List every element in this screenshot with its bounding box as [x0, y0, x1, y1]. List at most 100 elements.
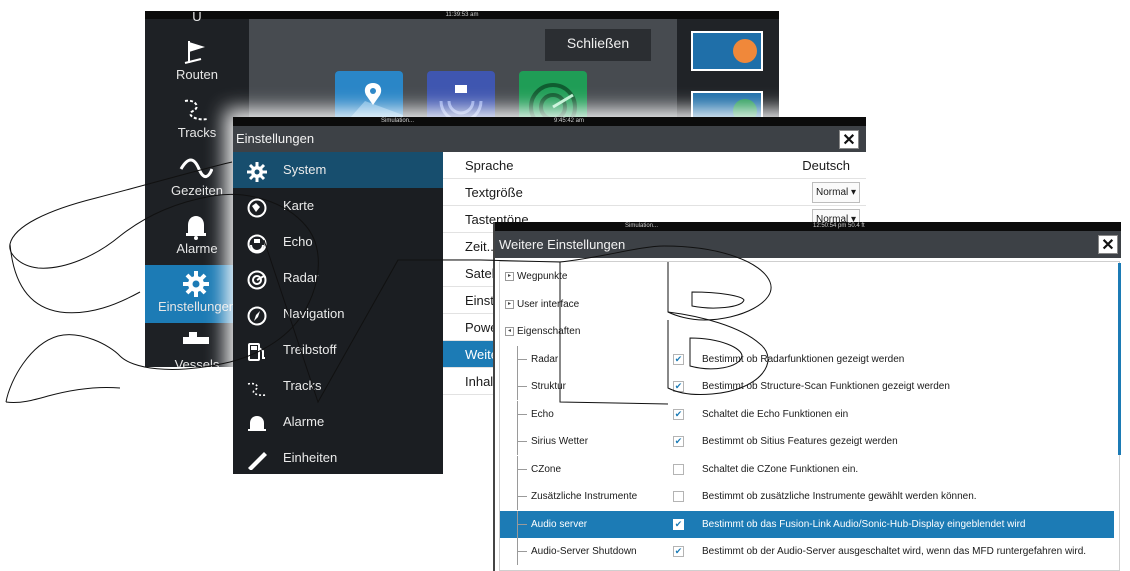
tree-description: Bestimmt ob der Audio-Server ausgeschalt…: [702, 546, 1087, 557]
tree-label: Audio server: [531, 518, 588, 530]
sidebar-item-system[interactable]: System: [233, 152, 443, 188]
route-flag-icon: [179, 37, 213, 67]
close-button[interactable]: ✕: [839, 130, 859, 149]
more-settings-dialog: Simulation... 12:50:54 pm 50.4 ft Weiter…: [493, 222, 1121, 571]
status-bar: Simulation... 9:45:42 am: [233, 117, 866, 126]
tree-row-struktur[interactable]: Struktur ✔ Bestimmt ob Structure-Scan Funk…: [500, 373, 1114, 400]
sidebar-item-partial[interactable]: U: [145, 11, 249, 33]
sidebar-item-radar[interactable]: Radar: [233, 260, 443, 296]
clock: 9:45:42 am: [554, 118, 585, 124]
sidebar-item-label: Radar: [283, 270, 319, 285]
tree-connector: [517, 523, 527, 525]
dialog-titlebar: Weitere Einstellungen: [495, 231, 1121, 258]
sidebar-item-tracks[interactable]: Tracks: [233, 368, 443, 404]
dialog-title: Einstellungen: [236, 131, 315, 146]
sidebar-item-label: Treibstoff: [283, 342, 337, 357]
checkbox-checked[interactable]: ✔: [673, 353, 684, 365]
tree-row-echo[interactable]: Echo ✔ Schaltet die Echo Funktionen ein: [500, 400, 1114, 428]
tree-row-audio-server-shutdown[interactable]: Audio-Server Shutdown ✔ Bestimmt ob der Au…: [500, 538, 1114, 565]
tree-description: Schaltet die Echo Funktionen ein: [702, 408, 849, 420]
settings-tree: ▸ Wegpunkte ▸ User interface ◂ Eigenschaften R…: [499, 261, 1120, 571]
tree-label: Sirius Wetter: [531, 436, 589, 447]
checkbox-checked[interactable]: ✔: [673, 436, 684, 447]
tree-label: Wegpunkte: [517, 271, 568, 282]
status-text: Simulation...: [381, 118, 415, 124]
close-button[interactable]: ✕: [1098, 235, 1118, 254]
tree-row-czone[interactable]: CZone Schaltet die CZone Funktionen ein.: [500, 455, 1114, 483]
sidebar-item-treibstoff[interactable]: Treibstoff: [233, 332, 443, 368]
bell-icon: [179, 211, 213, 241]
globe-icon: [246, 196, 268, 218]
checkbox-unchecked[interactable]: [673, 463, 684, 475]
checkbox-checked[interactable]: ✔: [673, 408, 684, 420]
checkbox-unchecked[interactable]: [673, 491, 684, 502]
checkbox-checked[interactable]: ✔: [673, 518, 684, 530]
ruler-icon: [246, 448, 268, 471]
sidebar-item-label: Navigation: [283, 306, 345, 321]
tree-label: Eigenschaften: [517, 326, 581, 337]
tree-description: Bestimmt ob das Fusion-Link Audio/Sonic-…: [702, 518, 1026, 530]
tree-connector: [517, 386, 527, 387]
chart-echo-thumbnail[interactable]: [691, 31, 763, 71]
vessels-icon: [179, 327, 213, 357]
tree-row-audio-server[interactable]: Audio server ✔ Bestimmt ob das Fusion-Link…: [500, 510, 1114, 538]
tree-description: Bestimmt ob Structure-Scan Funktionen ge…: [702, 381, 950, 392]
status-bar: Simulation... 12:50:54 pm 50.4 ft: [495, 222, 1121, 231]
sidebar-item-label: Alarme: [283, 414, 325, 429]
close-button[interactable]: Schließen: [545, 29, 651, 61]
tree-description: Bestimmt ob Sitius Features gezeigt werd…: [702, 436, 898, 447]
status-text: Simulation...: [625, 223, 659, 229]
settings-sidebar: System Karte Echo Radar Navigation Treib…: [233, 152, 443, 474]
tree-label: CZone: [531, 463, 562, 475]
gear-icon: [246, 160, 268, 182]
tree-label: Struktur: [531, 381, 567, 392]
sidebar-item-label: Karte: [283, 198, 315, 213]
sidebar-item-einheiten[interactable]: Einheiten: [233, 440, 443, 474]
tree-description: Bestimmt ob zusätzliche Instrumente gewä…: [702, 491, 977, 502]
tree-label: User interface: [517, 298, 580, 310]
sidebar-item-routen[interactable]: Routen: [145, 33, 249, 91]
tree-connector: [517, 468, 527, 470]
setting-row-sprache[interactable]: Sprache Deutsch: [443, 152, 866, 179]
checkbox-checked[interactable]: ✔: [673, 381, 684, 392]
tree-description: Bestimmt ob Radarfunktionen gezeigt werd…: [702, 353, 905, 365]
tree-row-wegpunkte[interactable]: ▸ Wegpunkte: [500, 263, 1114, 290]
gear-icon: [179, 269, 213, 299]
tree-label: Radar: [531, 353, 559, 365]
tree-connector: [517, 496, 527, 497]
tree-row-user-interface[interactable]: ▸ User interface: [500, 291, 1114, 318]
setting-row-textgroesse: Textgröße Normal ▾: [443, 179, 866, 206]
expander-icon[interactable]: ◂: [505, 327, 514, 336]
sidebar-item-karte[interactable]: Karte: [233, 188, 443, 224]
expander-icon[interactable]: ▸: [505, 272, 514, 281]
sidebar-item-label: Tracks: [283, 378, 322, 393]
compass-icon: [246, 304, 268, 326]
radar-icon: [246, 268, 268, 290]
scrollbar[interactable]: [1118, 263, 1121, 455]
bell-icon: [246, 412, 268, 432]
sidebar-item-alarme[interactable]: Alarme: [233, 404, 443, 440]
tree-connector: [517, 413, 527, 415]
sidebar-item-label: Echo: [283, 234, 313, 249]
fuel-pump-icon: [246, 340, 268, 361]
tree-row-zusätzliche-instrumente[interactable]: Zusätzliche Instrumente Bestimmt ob zusät…: [500, 483, 1114, 510]
setting-label: Sprache: [465, 158, 514, 173]
tree-description: Schaltet die CZone Funktionen ein.: [702, 463, 859, 475]
tree-connector: [517, 358, 527, 360]
expander-icon[interactable]: ▸: [505, 299, 514, 309]
tree-row-sirius-wetter[interactable]: Sirius Wetter ✔ Bestimmt ob Sitius Feature…: [500, 428, 1114, 455]
dialog-titlebar: Einstellungen: [233, 126, 866, 152]
tree-row-radar[interactable]: Radar ✔ Bestimmt ob Radarfunktionen gezeig…: [500, 345, 1114, 373]
tracks-icon: [179, 95, 213, 125]
sidebar-item-label: U: [192, 11, 202, 24]
setting-value: Deutsch: [802, 158, 850, 173]
text-size-dropdown[interactable]: Normal ▾: [812, 182, 860, 203]
clock: 11:39:53 am: [445, 12, 479, 18]
dropdown-value: Normal: [816, 187, 849, 198]
tree-label: Zusätzliche Instrumente: [531, 491, 638, 502]
sidebar-item-echo[interactable]: Echo: [233, 224, 443, 260]
sidebar-item-label: Einheiten: [283, 450, 338, 465]
checkbox-checked[interactable]: ✔: [673, 546, 684, 557]
tree-row-eigenschaften[interactable]: ◂ Eigenschaften: [500, 318, 1114, 345]
sidebar-item-navigation[interactable]: Navigation: [233, 296, 443, 332]
